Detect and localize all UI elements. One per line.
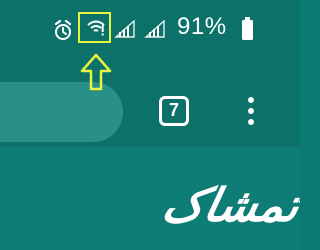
alarm-icon (52, 19, 74, 42)
battery-icon (241, 17, 254, 41)
signal-icon (144, 19, 166, 38)
up-arrow-icon (80, 53, 112, 91)
tab-counter-button[interactable]: 7 (159, 96, 189, 126)
more-options-button[interactable] (243, 93, 259, 129)
wifi-warning-icon (86, 19, 106, 37)
menu-dot-icon (248, 97, 254, 103)
browser-screen: 91% 7 تمشاک (0, 0, 300, 250)
signal-icon (114, 19, 136, 38)
battery-percentage: 91% (177, 13, 227, 40)
wifi-highlight-box (78, 12, 111, 43)
site-logo: تمشاک (126, 176, 300, 234)
logo-text: تمشاک (157, 178, 300, 232)
status-bar: 91% (0, 0, 300, 50)
menu-dot-icon (248, 119, 254, 125)
menu-dot-icon (248, 108, 254, 114)
